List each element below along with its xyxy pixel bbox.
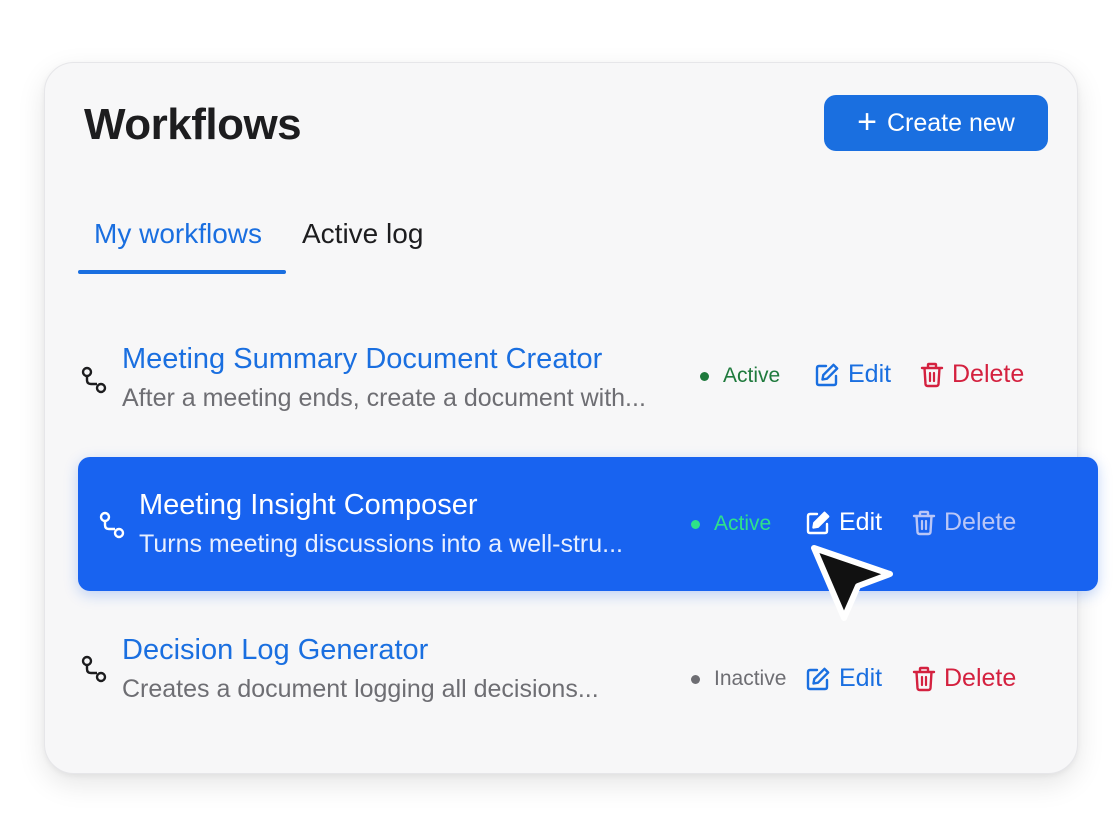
workflow-description: After a meeting ends, create a document … (122, 384, 646, 412)
workflow-row[interactable]: Meeting Summary Document Creator After a… (78, 310, 1098, 444)
edit-icon (806, 667, 830, 690)
status-badge: Inactive (691, 667, 786, 691)
workflow-description: Turns meeting discussions into a well-st… (139, 530, 623, 558)
status-dot-icon (700, 371, 709, 381)
status-label: Active (714, 512, 772, 535)
delete-button[interactable]: Delete (920, 360, 1024, 389)
tab-active-log[interactable]: Active log (286, 212, 439, 274)
delete-label: Delete (944, 508, 1017, 536)
delete-label: Delete (944, 664, 1017, 692)
workflow-row[interactable]: Decision Log Generator Creates a documen… (78, 602, 1098, 736)
page-title: Workflows (84, 100, 302, 149)
edit-button[interactable]: Edit (805, 664, 882, 693)
status-dot-icon (691, 674, 700, 684)
mouse-cursor-icon (811, 545, 893, 621)
workflow-icon (81, 655, 107, 683)
trash-icon (920, 362, 944, 387)
workflow-name[interactable]: Meeting Summary Document Creator (122, 343, 602, 376)
edit-icon (815, 363, 839, 386)
status-badge: Active (700, 364, 780, 388)
tab-my-workflows[interactable]: My workflows (78, 212, 286, 274)
create-new-button[interactable]: + Create new (824, 95, 1048, 151)
workflow-row-selected[interactable]: Meeting Insight Composer Turns meeting d… (78, 457, 1098, 591)
edit-label: Edit (848, 360, 892, 388)
edit-label: Edit (839, 508, 883, 536)
workflow-description: Creates a document logging all decisions… (122, 675, 599, 703)
edit-button[interactable]: Edit (814, 360, 891, 389)
delete-button[interactable]: Delete (912, 508, 1016, 537)
trash-icon (912, 666, 936, 691)
delete-button[interactable]: Delete (912, 664, 1016, 693)
trash-icon (912, 510, 936, 535)
tab-bar: My workflows Active log (78, 212, 439, 274)
status-label: Inactive (714, 667, 787, 690)
edit-icon (806, 511, 830, 534)
edit-label: Edit (839, 664, 883, 692)
create-new-label: Create new (887, 108, 1015, 137)
workflow-name[interactable]: Decision Log Generator (122, 634, 428, 667)
workflow-name[interactable]: Meeting Insight Composer (139, 489, 478, 522)
status-label: Active (723, 364, 781, 387)
workflow-icon (99, 511, 125, 539)
edit-button[interactable]: Edit (805, 508, 882, 537)
status-badge: Active (691, 512, 771, 536)
delete-label: Delete (952, 360, 1025, 388)
workflow-icon (81, 366, 107, 394)
plus-icon: + (857, 102, 877, 141)
status-dot-icon (691, 519, 700, 529)
